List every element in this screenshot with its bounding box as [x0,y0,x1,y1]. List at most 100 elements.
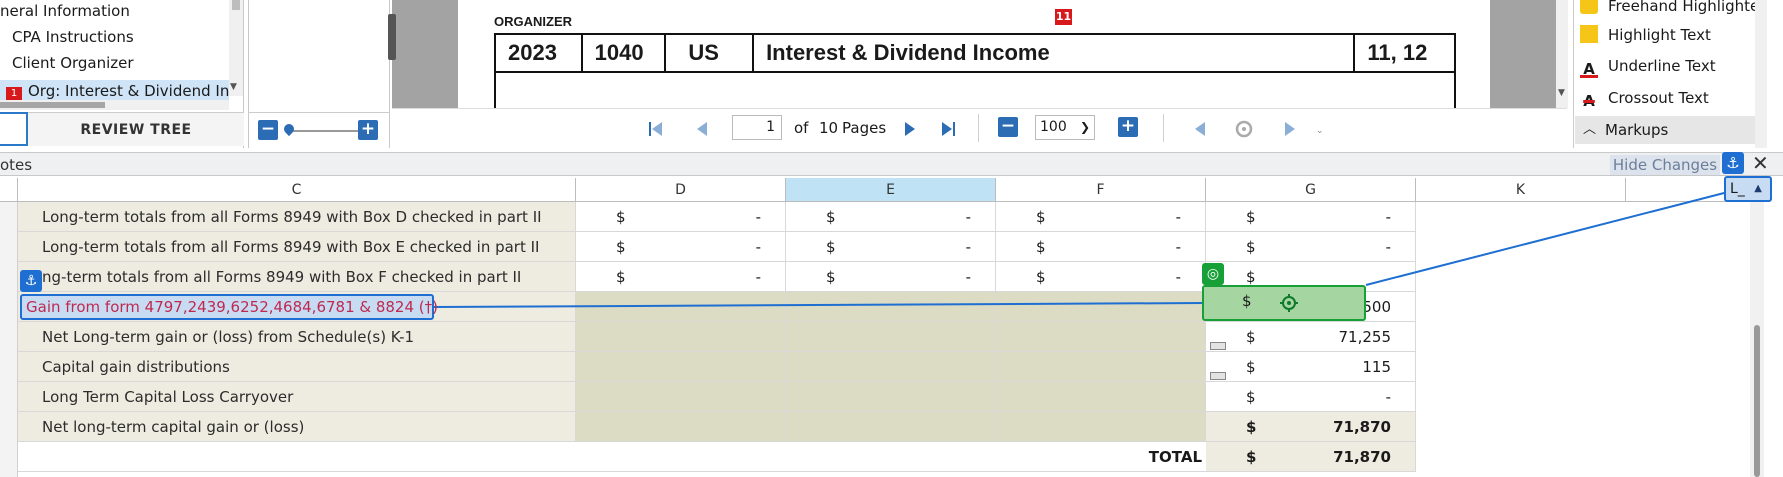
back-icon[interactable] [1192,120,1208,138]
linked-column-cell[interactable]: L_ ▲ [1724,176,1772,202]
row-label: Long-term totals from all Forms 8949 wit… [18,202,576,232]
column-header-f[interactable]: F [996,178,1206,202]
cell-g[interactable]: $115 [1206,352,1416,382]
refresh-icon[interactable] [1234,120,1254,138]
zoom-level-select[interactable]: 100 ❯ [1035,115,1095,140]
header-form: 1040 [583,35,667,71]
total-label: TOTAL [18,442,1206,472]
underline-text-tool[interactable]: A Underline Text [1580,52,1716,80]
row-label: Long Term Capital Loss Carryover [18,382,576,412]
close-icon[interactable]: ✕ [1752,152,1769,174]
previous-page-icon[interactable] [694,120,710,138]
pager-total-pages: 10 [819,119,839,137]
cell-d[interactable]: $ - [576,202,786,232]
row-label: Capital gain distributions [18,352,576,382]
linked-cell-highlight[interactable]: $ [1202,285,1366,321]
link-target-icon[interactable]: ◎ [1202,263,1224,285]
header-pages: 11, 12 [1367,40,1428,65]
cell-g[interactable]: $ - [1206,382,1416,412]
pager-of-label: of [794,119,809,137]
scroll-down-icon[interactable]: ▼ [1558,88,1565,98]
cell-e [786,382,996,412]
crossout-text-tool[interactable]: A Crossout Text [1580,84,1709,112]
cell-e[interactable]: $ - [786,262,996,292]
first-page-icon[interactable] [648,120,664,138]
cell-e[interactable]: $ - [786,232,996,262]
zoom-in-button[interactable]: + [358,120,378,140]
anchor-icon[interactable]: ⚓ [20,270,42,292]
folder-icon [0,30,8,44]
page-number-input[interactable]: 1 [732,115,782,140]
cell-f[interactable]: $ - [996,262,1206,292]
more-options-icon[interactable]: ⌄ [1316,126,1324,136]
column-header-k[interactable]: K [1416,178,1626,202]
cell-d [576,382,786,412]
organizer-header-table: 2023 1040 US Interest & Dividend Income … [494,33,1456,111]
column-header-g[interactable]: G [1206,178,1416,202]
cell-g[interactable]: $71,255 [1206,322,1416,352]
worksheet-scrollbar-thumb[interactable] [1754,325,1760,477]
row-label: ng-term totals from all Forms 8949 with … [18,262,576,292]
markup-scrollbar[interactable] [1755,0,1767,148]
cell-d[interactable]: $ - [576,232,786,262]
forward-icon[interactable] [1282,120,1298,138]
linked-row-label[interactable]: Gain from form 4797,2439,6252,4684,6781 … [20,294,438,320]
note-marker-icon[interactable] [1210,372,1226,380]
zoom-in-button[interactable]: + [1118,117,1138,137]
zoom-slider-track[interactable] [290,130,360,132]
scroll-down-icon[interactable]: ▼ [230,82,237,92]
tree-item-label: neral Information [0,2,130,20]
column-header-blank [0,178,18,202]
freehand-highlight-tool[interactable]: Freehand Highlighte [1580,0,1759,20]
document-margin-right [1490,0,1564,108]
panel-collapse-handle[interactable] [388,14,396,60]
cell-g-total: $71,870 [1206,442,1416,472]
cell-f[interactable]: $ - [996,232,1206,262]
cell-g-subtotal: $71,870 [1206,412,1416,442]
column-header-d[interactable]: D [576,178,786,202]
cell-f [996,382,1206,412]
cell-f [996,322,1206,352]
tree-scrollbar-horizontal[interactable] [0,100,229,110]
note-marker-icon[interactable] [1210,342,1226,350]
zoom-out-button[interactable]: − [258,120,278,140]
cell-d [576,412,786,442]
chevron-up-icon: ︿ [1583,122,1597,137]
tree-item-general-information[interactable]: neral Information [0,0,130,28]
column-header-e[interactable]: E [786,178,996,202]
cell-g[interactable]: $ - [1206,232,1416,262]
cell-e [786,352,996,382]
cell-e [786,412,996,442]
freehand-highlight-icon [1580,0,1598,14]
markups-section-header[interactable]: ︿ Markups [1575,116,1756,144]
tree-item-client-organizer[interactable]: Client Organizer [0,52,134,80]
highlight-text-icon [1580,25,1598,43]
highlight-text-tool[interactable]: Highlight Text [1580,21,1711,49]
cell-d[interactable]: $ - [576,262,786,292]
cell-f[interactable]: $ - [996,202,1206,232]
cell-f [996,412,1206,442]
column-header-c[interactable]: C [18,178,576,202]
tab-left[interactable] [0,112,28,146]
last-page-icon[interactable] [940,120,956,138]
document-margin-left [392,0,458,108]
cell-e [786,322,996,352]
hide-changes-button[interactable]: Hide Changes [1610,155,1720,175]
tree-item-interest-dividend[interactable]: 1 Org: Interest & Dividend Inc [0,80,229,100]
crossout-text-icon: A [1583,92,1595,110]
next-page-icon[interactable] [902,120,918,138]
pager-toolbar [392,108,1567,148]
header-title: Interest & Dividend Income [754,35,1356,71]
cell-e[interactable]: $ - [786,202,996,232]
tree-item-cpa-instructions[interactable]: CPA Instructions [0,26,134,54]
target-icon[interactable] [1280,294,1298,312]
cell-g[interactable]: $ - [1206,202,1416,232]
anchor-icon[interactable]: ⚓ [1722,152,1744,174]
zoom-out-button[interactable]: − [998,117,1018,137]
tab-review-tree[interactable]: REVIEW TREE [28,112,244,146]
tree-item-label: CPA Instructions [12,28,134,46]
row-label: Long-term totals from all Forms 8949 wit… [18,232,576,262]
divider [978,114,979,142]
underline-text-icon: A [1580,60,1598,78]
tool-label: Highlight Text [1608,26,1711,44]
